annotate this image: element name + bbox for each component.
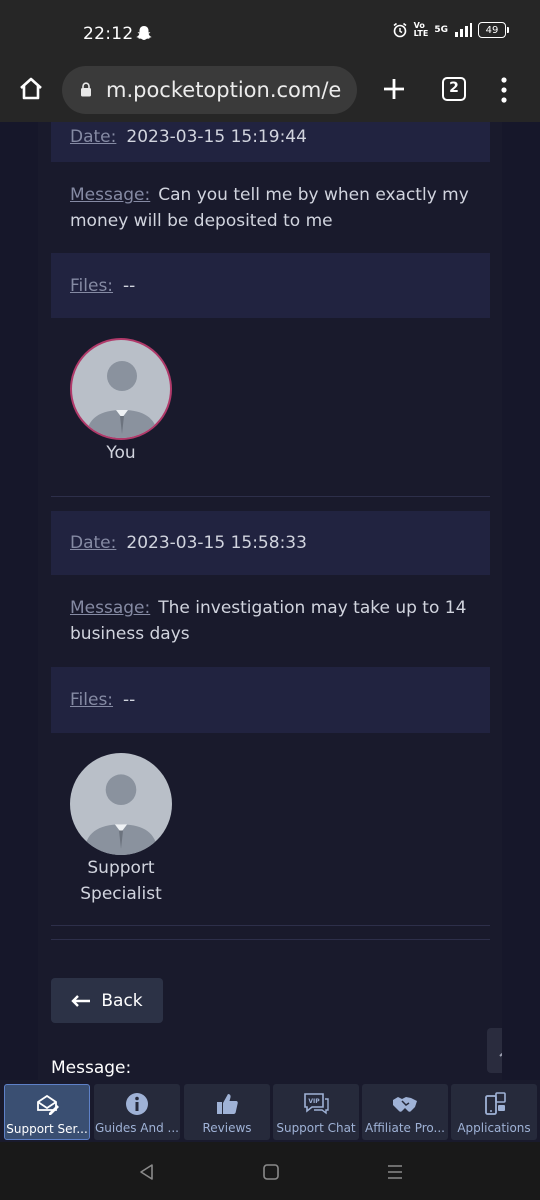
nav-label: Support Ser... (6, 1122, 88, 1136)
vip-chat-icon: VIP (304, 1093, 329, 1115)
nav-item-applications[interactable]: Applications (451, 1084, 537, 1140)
svg-text:VIP: VIP (308, 1098, 320, 1105)
nav-item-reviews[interactable]: Reviews (184, 1084, 270, 1140)
clock: 22:12 (83, 24, 134, 44)
home-square-icon[interactable] (261, 1162, 281, 1182)
date-value: 2023-03-15 15:19:44 (126, 127, 307, 147)
user-silhouette-icon (84, 774, 158, 855)
author-name: You (106, 443, 136, 463)
back-label: Back (101, 990, 143, 1011)
message-divider (51, 939, 490, 940)
more-menu-icon[interactable] (496, 76, 512, 104)
message-date-row: Date: 2023-03-15 15:58:33 (51, 511, 490, 575)
support-icon (37, 1094, 59, 1115)
signal-icon (455, 23, 472, 37)
message-label: Message: (70, 185, 151, 205)
message-label: Message: (70, 598, 151, 618)
nav-label: Applications (457, 1121, 531, 1135)
user-silhouette-icon (86, 361, 158, 438)
files-label: Files: (70, 690, 114, 710)
nav-item-support-chat[interactable]: VIP Support Chat (273, 1084, 359, 1140)
battery-level: 49 (485, 24, 499, 36)
bottom-navigation: Support Ser... Guides And ... Reviews VI… (0, 1080, 540, 1142)
nav-item-guides[interactable]: Guides And ... (94, 1084, 180, 1140)
message-divider (51, 925, 490, 926)
browser-toolbar: m.pocketoption.com/e 2 (0, 62, 540, 122)
compose-message-label: Message: (51, 1058, 132, 1078)
snapchat-icon (136, 26, 152, 40)
chevron-up-icon (498, 1045, 521, 1057)
back-triangle-icon[interactable] (137, 1162, 157, 1182)
status-icons: Vo LTE 5G 49 (392, 21, 509, 38)
lock-icon (81, 82, 91, 97)
system-navigation-bar (0, 1142, 540, 1200)
handshake-icon (393, 1097, 417, 1112)
url-text: m.pocketoption.com/e (106, 78, 342, 102)
arrow-left-icon (71, 994, 91, 1007)
nav-label: Guides And ... (95, 1121, 179, 1135)
message-date-row: Date: 2023-03-15 15:19:44 (51, 122, 490, 162)
address-bar[interactable]: m.pocketoption.com/e (62, 66, 357, 114)
ticket-thread[interactable]: Date: 2023-03-15 15:19:44 Message: Can yo… (0, 122, 540, 1080)
recents-icon[interactable] (385, 1162, 405, 1182)
files-value: -- (123, 275, 136, 296)
message-body-row: Message: The investigation may take up to… (51, 575, 490, 667)
battery-icon: 49 (478, 22, 509, 38)
nav-label: Support Chat (276, 1121, 356, 1135)
nav-item-support-service[interactable]: Support Ser... (4, 1084, 90, 1140)
date-label: Date: (70, 533, 117, 553)
home-icon[interactable] (16, 74, 46, 104)
tab-switcher-button[interactable]: 2 (442, 77, 466, 101)
message-divider (51, 496, 490, 497)
avatar (70, 338, 172, 440)
thumbs-up-icon (217, 1094, 238, 1114)
alarm-icon (393, 22, 407, 38)
devices-icon (485, 1092, 506, 1115)
nav-label: Affiliate Pro... (364, 1121, 445, 1135)
author-name: Support Specialist (80, 858, 162, 904)
scroll-to-top-button[interactable] (487, 1028, 532, 1073)
volte-indicator: Vo LTE (413, 21, 429, 38)
message-body-row: Message: Can you tell me by when exactly … (51, 162, 490, 253)
message-files-row: Files: -- (51, 253, 490, 318)
new-tab-icon[interactable] (379, 74, 409, 104)
files-label: Files: (70, 275, 114, 296)
back-button[interactable]: Back (51, 978, 163, 1023)
message-files-row: Files: -- (51, 667, 490, 733)
files-value: -- (123, 690, 136, 710)
nav-label: Reviews (202, 1121, 252, 1135)
date-value: 2023-03-15 15:58:33 (126, 533, 307, 553)
nav-item-affiliate[interactable]: Affiliate Pro... (362, 1084, 448, 1140)
date-label: Date: (70, 127, 117, 147)
avatar (70, 753, 172, 855)
status-bar: 22:12 Vo LTE 5G 49 (0, 0, 540, 62)
network-type: 5G (434, 25, 448, 35)
info-icon (126, 1093, 148, 1115)
